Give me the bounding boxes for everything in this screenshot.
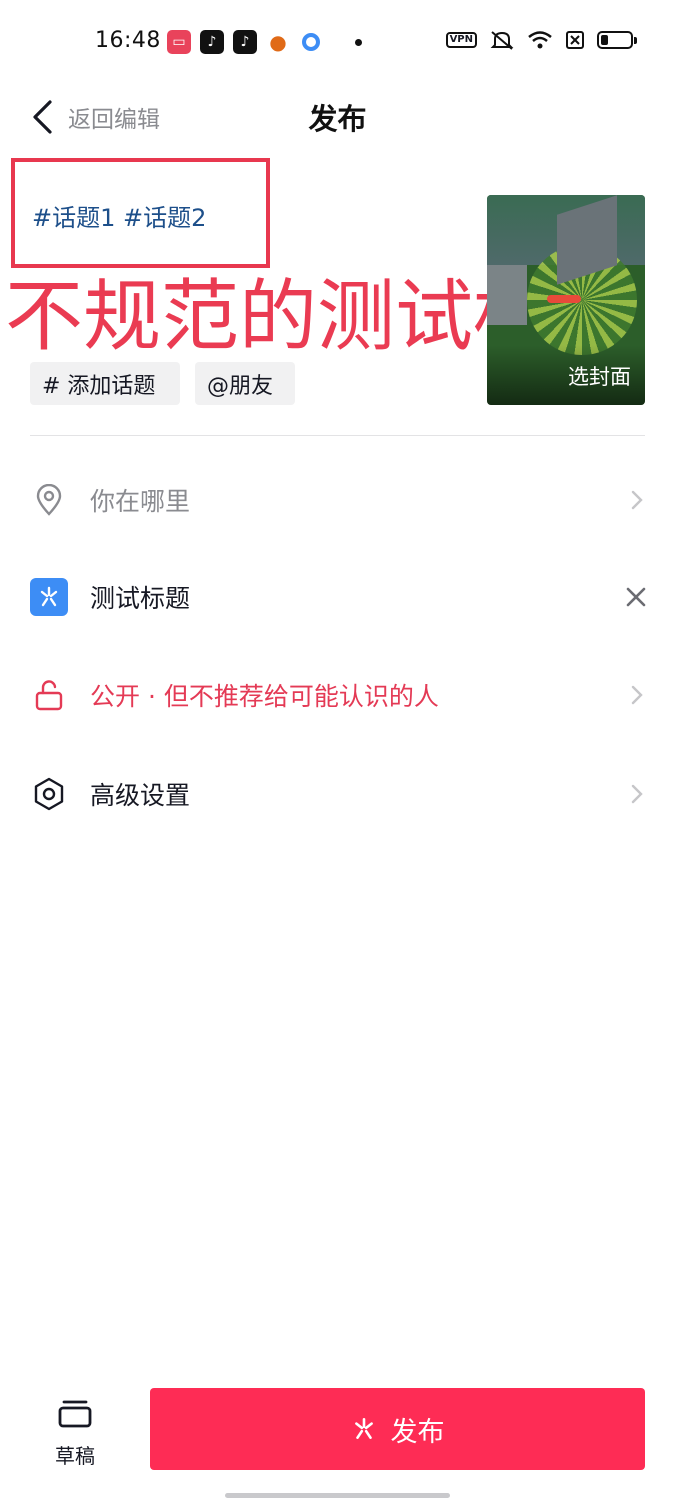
mini-program-label: 测试标题	[90, 584, 191, 613]
settings-hexagon-icon	[30, 775, 68, 813]
drafts-box-icon	[58, 1400, 92, 1428]
notification-icons: ▭ ♪ ♪ ●	[167, 30, 362, 54]
location-row[interactable]: 你在哪里	[0, 460, 675, 540]
pumpkin-app-icon: ●	[269, 30, 287, 54]
privacy-label: 公开 · 但不推荐给可能认识的人	[90, 682, 439, 711]
sparkle-icon	[354, 1417, 373, 1439]
mention-friend-button[interactable]: @朋友	[195, 362, 295, 405]
publish-label: 发布	[390, 1416, 445, 1448]
tiktok-lite-icon: ♪	[233, 30, 257, 54]
mini-program-row[interactable]: 测试标题	[0, 557, 675, 637]
status-bar: 16:48 ▭ ♪ ♪ ● VPN	[0, 0, 675, 85]
cover-thumbnail[interactable]: 选封面	[487, 195, 645, 405]
chevron-right-icon	[631, 685, 643, 705]
location-label: 你在哪里	[90, 487, 191, 516]
no-sim-icon	[566, 31, 584, 49]
wifi-icon	[528, 31, 552, 49]
mini-program-icon	[30, 578, 68, 616]
privacy-row[interactable]: 公开 · 但不推荐给可能认识的人	[0, 655, 675, 735]
advanced-settings-label: 高级设置	[90, 781, 191, 810]
drafts-button[interactable]: 草稿	[40, 1390, 110, 1470]
chevron-right-icon	[631, 784, 643, 804]
add-topic-button[interactable]: # 添加话题	[30, 362, 180, 405]
home-indicator[interactable]	[225, 1493, 450, 1498]
screen-record-icon: ▭	[167, 30, 191, 54]
divider	[30, 435, 645, 436]
publish-button[interactable]: 发布	[150, 1388, 645, 1470]
battery-icon	[597, 31, 637, 49]
chevron-right-icon	[631, 490, 643, 510]
circle-app-icon	[302, 33, 320, 51]
advanced-settings-row[interactable]: 高级设置	[0, 754, 675, 834]
system-icons: VPN	[445, 29, 637, 51]
close-icon[interactable]	[625, 586, 647, 608]
select-cover-label: 选封面	[568, 365, 631, 389]
status-time: 16:48	[95, 28, 161, 53]
location-pin-icon	[30, 481, 68, 519]
vpn-icon: VPN	[445, 32, 477, 48]
drafts-label: 草稿	[55, 1444, 95, 1468]
more-notifications-dot-icon	[355, 38, 362, 46]
mute-icon	[490, 31, 514, 50]
unlock-icon	[30, 676, 68, 714]
annotation-highlight-box	[11, 158, 270, 268]
page-title: 发布	[308, 102, 367, 136]
tiktok-icon: ♪	[200, 30, 224, 54]
